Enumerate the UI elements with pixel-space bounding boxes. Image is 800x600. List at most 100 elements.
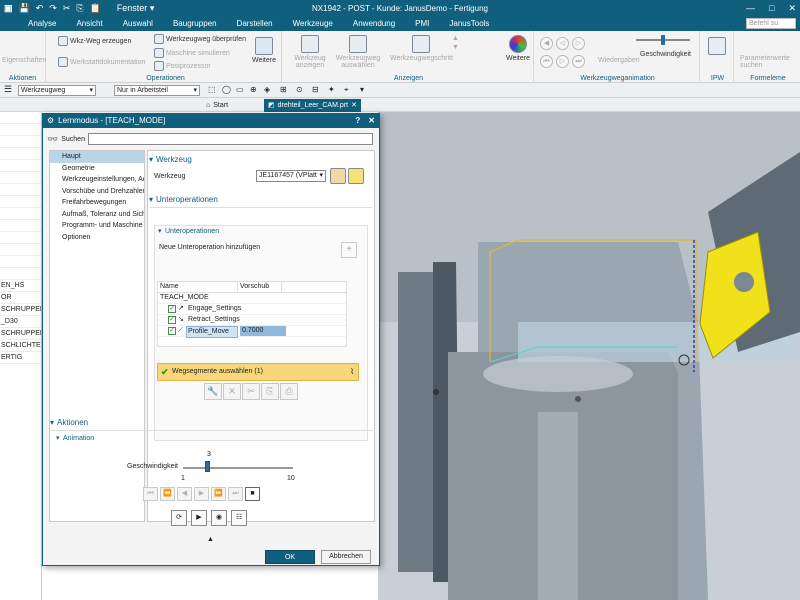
- filter-icon-1[interactable]: ⬚: [208, 85, 216, 94]
- dialog-actions: OK Abbrechen: [265, 550, 371, 564]
- redo-icon[interactable]: ↷: [49, 0, 57, 16]
- list-item[interactable]: [0, 136, 41, 148]
- speed-slider[interactable]: [636, 35, 690, 45]
- prev-frame-icon[interactable]: ⏪: [160, 487, 175, 501]
- list-item[interactable]: SCHLICHTEN: [0, 340, 41, 352]
- list-item[interactable]: [0, 196, 41, 208]
- list-item[interactable]: SCHRUPPEN_: [0, 328, 41, 340]
- cancel-button[interactable]: Abbrechen: [321, 550, 371, 564]
- tab-start[interactable]: ⌂ Start: [202, 99, 232, 112]
- list-item[interactable]: [0, 244, 41, 256]
- weitere-operationen-button[interactable]: Weitere: [252, 37, 276, 64]
- werkzeugwegschritt-button[interactable]: Werkzeugwegschritt: [390, 35, 453, 62]
- stop-icon[interactable]: ■: [245, 487, 260, 501]
- filter-icon-4[interactable]: ⊕: [250, 85, 257, 94]
- collapse-arrow[interactable]: ▲: [207, 536, 214, 543]
- filter-icon-7[interactable]: ⊙: [296, 85, 303, 94]
- werkzeug-anzeigen-button[interactable]: Werkzeug anzeigen: [288, 35, 332, 69]
- graphics-viewport[interactable]: [378, 112, 800, 600]
- menu-analyse[interactable]: Analyse: [18, 16, 66, 31]
- list-item[interactable]: [0, 148, 41, 160]
- menu-baugruppen[interactable]: Baugruppen: [163, 16, 227, 31]
- save-icon[interactable]: 💾: [19, 0, 30, 16]
- command-search-input[interactable]: Befehl su: [746, 18, 796, 29]
- fenster-menu[interactable]: Fenster ▾: [117, 0, 155, 16]
- play-icon[interactable]: ▷: [572, 37, 585, 50]
- eigenschaften-button[interactable]: Eigenschaften: [2, 57, 46, 64]
- regenerate-icon[interactable]: ⟳: [171, 510, 187, 526]
- list-item[interactable]: SCHRUPPEN: [0, 304, 41, 316]
- minimize-button[interactable]: —: [746, 0, 755, 16]
- werkstattdoku-button[interactable]: Werkstattdokumentation: [58, 57, 145, 67]
- first-frame-icon[interactable]: ⏮: [143, 487, 158, 501]
- list-item[interactable]: [0, 268, 41, 280]
- step-fwd-icon[interactable]: ▷: [556, 55, 569, 68]
- menu-anwendung[interactable]: Anwendung: [343, 16, 405, 31]
- paste-icon[interactable]: 📋: [90, 0, 101, 16]
- copy-icon[interactable]: ⎘: [76, 0, 83, 16]
- wiedergabe-button[interactable]: Wiedergaben: [598, 57, 640, 64]
- filter-icon-5[interactable]: ◈: [264, 85, 270, 94]
- maschine-simulieren-button[interactable]: Maschine simulieren: [154, 48, 230, 58]
- speed-slider-thumb[interactable]: [205, 461, 211, 472]
- speed-slider-thumb[interactable]: [661, 35, 665, 45]
- menu-pmi[interactable]: PMI: [405, 16, 439, 31]
- list-item[interactable]: [0, 160, 41, 172]
- cut-icon[interactable]: ✂: [63, 0, 71, 16]
- generate-icon[interactable]: ▶: [191, 510, 207, 526]
- list-icon[interactable]: ☷: [231, 510, 247, 526]
- next-icon[interactable]: ⏭: [572, 55, 585, 68]
- parameterwerte-button[interactable]: Parameterwerte suchen: [740, 55, 796, 69]
- list-item[interactable]: [0, 112, 41, 124]
- arrow-up-icon[interactable]: ▲: [452, 35, 459, 42]
- list-item[interactable]: _D30: [0, 316, 41, 328]
- list-item[interactable]: [0, 232, 41, 244]
- filter-icon-2[interactable]: ◯: [222, 85, 231, 94]
- last-frame-icon[interactable]: ⏭: [228, 487, 243, 501]
- ok-button[interactable]: OK: [265, 550, 315, 564]
- tab-close-icon[interactable]: ✕: [351, 100, 357, 112]
- weitere-anzeigen-button[interactable]: Weitere: [506, 35, 530, 62]
- menu-ansicht[interactable]: Ansicht: [66, 16, 112, 31]
- postprozessor-button[interactable]: Postprozessor: [154, 61, 211, 71]
- speed-slider-track[interactable]: [183, 467, 293, 469]
- ipw-button[interactable]: [708, 37, 726, 55]
- undo-icon[interactable]: ↶: [36, 0, 44, 16]
- filter-icon-6[interactable]: ⊞: [280, 85, 287, 94]
- maximize-button[interactable]: □: [769, 0, 774, 16]
- prev-icon[interactable]: ⏮: [540, 55, 553, 68]
- scope-select[interactable]: Nur in Arbeitsteil: [114, 85, 200, 96]
- werkzeugweg-auswaehlen-button[interactable]: Werkzeugweg auswählen: [336, 35, 380, 69]
- filter-icon-9[interactable]: ✦: [328, 85, 335, 94]
- menu-auswahl[interactable]: Auswahl: [113, 16, 163, 31]
- list-item[interactable]: OR: [0, 292, 41, 304]
- menu-icon[interactable]: ☰: [4, 84, 12, 95]
- type-filter-select[interactable]: Werkzeugweg: [18, 85, 96, 96]
- list-item[interactable]: [0, 256, 41, 268]
- tab-drehteil[interactable]: ◩ drehteil_Leer_CAM.prt ✕: [264, 99, 361, 112]
- close-button[interactable]: ✕: [788, 0, 796, 16]
- menu-janustools[interactable]: JanusTools: [439, 16, 499, 31]
- play-icon[interactable]: ▶: [194, 487, 209, 501]
- filter-icon-3[interactable]: ▭: [236, 85, 244, 94]
- list-item[interactable]: [0, 220, 41, 232]
- rewind-icon[interactable]: ◀: [540, 37, 553, 50]
- arrow-down-icon[interactable]: ▼: [452, 44, 459, 51]
- list-item[interactable]: ERTIG: [0, 352, 41, 364]
- next-frame-icon[interactable]: ⏩: [211, 487, 226, 501]
- list-item[interactable]: [0, 124, 41, 136]
- menu-darstellen[interactable]: Darstellen: [227, 16, 283, 31]
- werkzeugweg-pruefen-button[interactable]: Werkzeugweg überprüfen: [154, 34, 246, 44]
- reverse-play-icon[interactable]: ◀: [177, 487, 192, 501]
- menu-werkzeuge[interactable]: Werkzeuge: [283, 16, 343, 31]
- list-item[interactable]: [0, 172, 41, 184]
- filter-icon-8[interactable]: ⊟: [312, 85, 319, 94]
- list-item[interactable]: EN_HS: [0, 280, 41, 292]
- verify-icon[interactable]: ◉: [211, 510, 227, 526]
- wkz-weg-erzeugen-button[interactable]: Wkz-Weg erzeugen: [58, 36, 131, 46]
- list-item[interactable]: [0, 184, 41, 196]
- filter-icon-10[interactable]: ⌖: [344, 85, 349, 95]
- list-item[interactable]: [0, 208, 41, 220]
- step-back-icon[interactable]: ◁: [556, 37, 569, 50]
- filter-icon-11[interactable]: ▾: [360, 85, 364, 94]
